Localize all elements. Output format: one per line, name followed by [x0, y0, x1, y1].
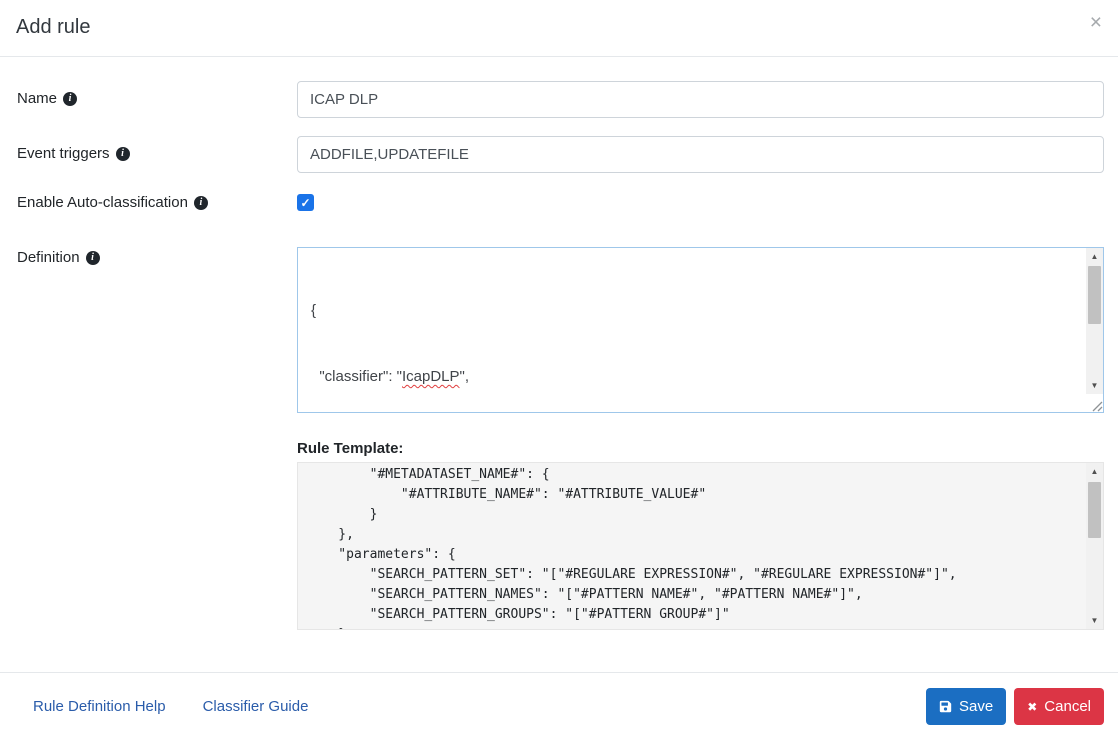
name-label: Name i [17, 90, 77, 107]
dialog-title: Add rule [16, 16, 91, 39]
scroll-down-icon[interactable]: ▼ [1086, 612, 1103, 629]
footer-links: Rule Definition Help Classifier Guide [33, 698, 308, 715]
add-rule-dialog: Add rule × Name i Event triggers i Enabl… [0, 0, 1118, 740]
event-triggers-label: Event triggers i [17, 145, 130, 162]
info-icon[interactable]: i [63, 92, 77, 106]
definition-label-text: Definition [17, 249, 80, 266]
definition-editor[interactable]: { "classifier": "IcapDLP", "precondition… [297, 247, 1104, 413]
auto-classification-label: Enable Auto-classification i [17, 194, 208, 211]
classifier-guide-link[interactable]: Classifier Guide [203, 698, 309, 715]
dialog-footer: Rule Definition Help Classifier Guide Sa… [0, 672, 1118, 740]
scroll-down-icon[interactable]: ▼ [1086, 377, 1103, 394]
event-triggers-input[interactable] [297, 136, 1104, 173]
dialog-header: Add rule × [0, 0, 1118, 57]
save-icon [939, 700, 952, 713]
event-triggers-label-text: Event triggers [17, 145, 110, 162]
save-button[interactable]: Save [926, 688, 1006, 725]
info-icon[interactable]: i [194, 196, 208, 210]
check-icon: ✓ [300, 197, 310, 209]
cancel-button-label: Cancel [1044, 698, 1091, 715]
footer-buttons: Save ✖ Cancel [926, 688, 1104, 725]
name-input[interactable] [297, 81, 1104, 118]
definition-scrollbar[interactable]: ▲ ▼ [1086, 248, 1103, 394]
rule-template-label: Rule Template: [297, 440, 403, 457]
rule-template-viewer: "#METADATASET_NAME#": { "#ATTRIBUTE_NAME… [297, 462, 1104, 630]
close-icon[interactable]: × [1090, 12, 1102, 33]
save-button-label: Save [959, 698, 993, 715]
definition-text: { "classifier": "IcapDLP", "precondition… [311, 256, 1075, 410]
scroll-up-icon[interactable]: ▲ [1086, 463, 1103, 480]
auto-classification-label-text: Enable Auto-classification [17, 194, 188, 211]
scroll-up-icon[interactable]: ▲ [1086, 248, 1103, 265]
misspelled-word: IcapDLP [402, 368, 460, 385]
cancel-button[interactable]: ✖ Cancel [1014, 688, 1104, 725]
scrollbar-thumb[interactable] [1088, 482, 1101, 538]
definition-label: Definition i [17, 249, 100, 266]
scrollbar-thumb[interactable] [1088, 266, 1101, 324]
auto-classification-checkbox[interactable]: ✓ [297, 194, 314, 211]
rule-template-code: "#METADATASET_NAME#": { "#ATTRIBUTE_NAME… [307, 465, 1081, 629]
rule-definition-help-link[interactable]: Rule Definition Help [33, 698, 166, 715]
info-icon[interactable]: i [86, 251, 100, 265]
name-label-text: Name [17, 90, 57, 107]
info-icon[interactable]: i [116, 147, 130, 161]
cancel-x-icon: ✖ [1027, 701, 1037, 713]
resize-handle-icon[interactable] [1086, 395, 1103, 412]
template-scrollbar[interactable]: ▲ ▼ [1086, 463, 1103, 629]
